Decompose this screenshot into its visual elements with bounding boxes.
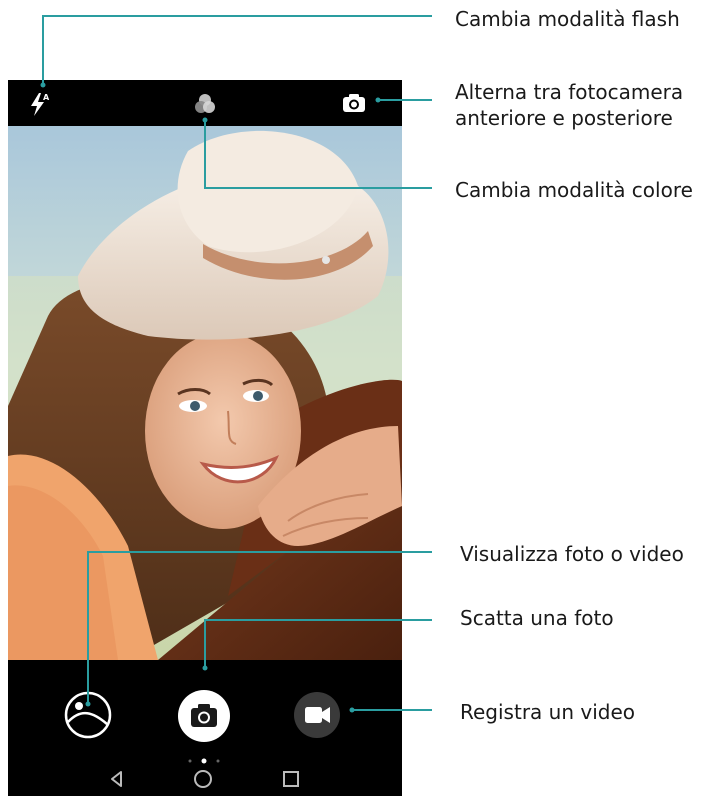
shutter-button[interactable] xyxy=(176,688,232,744)
home-button[interactable] xyxy=(192,768,214,790)
callout-switch-camera-line1: Alterna tra fotocamera xyxy=(455,80,684,104)
color-mode-button[interactable] xyxy=(192,91,218,117)
callout-flash-mode: Cambia modalità flash xyxy=(455,7,680,31)
camera-icon xyxy=(178,690,230,742)
recents-button[interactable] xyxy=(280,768,302,790)
callout-video: Registra un video xyxy=(460,700,635,724)
home-icon xyxy=(194,770,212,788)
viewfinder-photo xyxy=(8,126,402,660)
video-record-button[interactable] xyxy=(292,690,342,740)
camera-screen: A xyxy=(8,80,402,796)
flash-auto-icon: A xyxy=(31,93,50,116)
mode-page-indicator xyxy=(184,750,224,764)
recents-icon xyxy=(283,771,299,787)
back-button[interactable] xyxy=(106,768,128,790)
callout-shutter: Scatta una foto xyxy=(460,606,614,630)
callout-switch-camera-line2: anteriore e posteriore xyxy=(455,106,673,130)
callout-color-mode: Cambia modalità colore xyxy=(455,178,693,202)
switch-camera-icon xyxy=(343,94,365,112)
gallery-button[interactable] xyxy=(63,690,113,740)
flash-mode-badge: A xyxy=(43,93,50,102)
switch-camera-button[interactable] xyxy=(340,92,368,116)
gallery-thumbnail-icon xyxy=(64,691,112,739)
camera-viewfinder[interactable] xyxy=(8,126,402,660)
video-camera-icon xyxy=(294,692,340,738)
callout-gallery: Visualizza foto o video xyxy=(460,542,684,566)
back-icon xyxy=(111,771,122,787)
color-filter-icon xyxy=(195,94,215,113)
camera-bottom-bar xyxy=(8,660,402,796)
camera-top-toolbar: A xyxy=(8,80,402,126)
flash-button[interactable]: A xyxy=(26,90,52,118)
